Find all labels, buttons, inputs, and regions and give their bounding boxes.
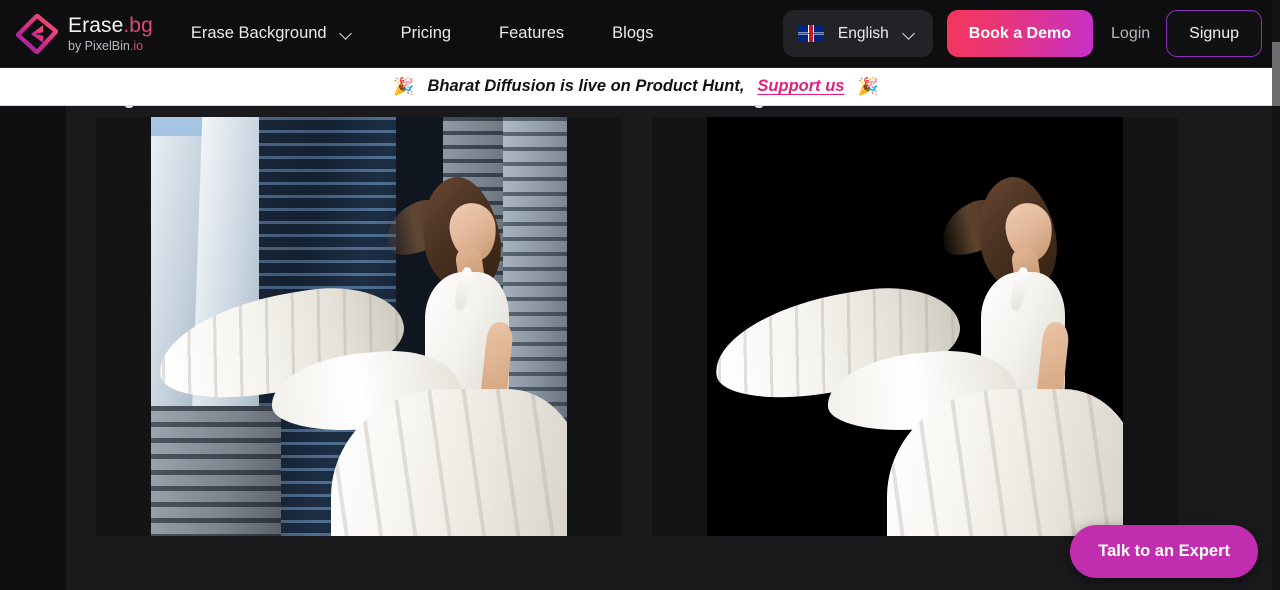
- party-popper-icon-right: 🎉: [857, 77, 879, 96]
- primary-nav-links: Erase Background Pricing Features Blogs: [191, 16, 654, 51]
- page-root: Erase.bg by PixelBin.io Erase Background…: [0, 0, 1280, 590]
- nav-item-pricing[interactable]: Pricing: [401, 16, 451, 51]
- login-button[interactable]: Login: [1111, 25, 1150, 43]
- brand-text-block: Erase.bg by PixelBin.io: [68, 15, 153, 53]
- nav-item-label: Blogs: [612, 24, 654, 42]
- signup-button[interactable]: Signup: [1166, 10, 1262, 57]
- nav-item-label: Erase Background: [190, 24, 327, 42]
- announcement-text: Bharat Diffusion is live on Product Hunt…: [427, 77, 745, 95]
- announcement-banner: 🎉 Bharat Diffusion is live on Product Hu…: [0, 68, 1272, 106]
- top-navigation-bar: Erase.bg by PixelBin.io Erase Background…: [0, 0, 1272, 68]
- brand-title: Erase.bg: [68, 13, 153, 37]
- uk-flag-icon: [797, 25, 824, 42]
- nav-item-features[interactable]: Features: [499, 16, 564, 51]
- nav-item-erase-background[interactable]: Erase Background: [191, 16, 353, 51]
- party-popper-icon-left: 🎉: [393, 77, 415, 96]
- language-label: English: [837, 24, 889, 42]
- left-rail: [0, 68, 66, 590]
- announcement-support-link[interactable]: Support us: [757, 77, 844, 96]
- language-selector[interactable]: English: [782, 10, 933, 57]
- image-panel-black-background[interactable]: [652, 117, 1178, 536]
- image-panel-original[interactable]: [96, 117, 622, 536]
- woman-in-white-dress-subject: [151, 117, 567, 536]
- woman-in-white-dress-subject: [707, 117, 1123, 536]
- erase-bg-diamond-logo-icon: [16, 13, 58, 54]
- original-photo: [151, 117, 567, 536]
- nav-actions: English Book a Demo Login Signup: [782, 10, 1262, 57]
- chevron-down-icon: [340, 27, 353, 40]
- nav-item-blogs[interactable]: Blogs: [612, 16, 653, 51]
- nav-item-label: Features: [499, 24, 565, 42]
- compare-column-original: Original: [96, 88, 622, 536]
- vertical-scrollbar-thumb[interactable]: [1272, 42, 1280, 106]
- brand-tagline: by PixelBin.io: [68, 38, 144, 53]
- nav-item-label: Pricing: [400, 24, 452, 42]
- comparison-row: Original: [96, 88, 1178, 536]
- talk-to-an-expert-button[interactable]: Talk to an Expert: [1070, 525, 1258, 578]
- brand-logo[interactable]: Erase.bg by PixelBin.io: [16, 13, 153, 54]
- main-content: Original: [66, 68, 1272, 590]
- compare-column-black-background: Black Background: [652, 88, 1178, 536]
- chevron-down-icon: [903, 27, 916, 40]
- black-background-photo: [707, 117, 1123, 536]
- book-a-demo-button[interactable]: Book a Demo: [946, 10, 1094, 57]
